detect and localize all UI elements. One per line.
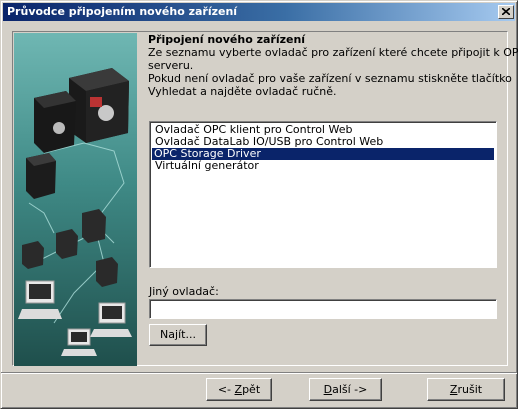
close-icon [502, 8, 510, 15]
list-item[interactable]: Virtuální generátor [153, 160, 261, 172]
panel-heading: Připojení nového zařízení [148, 33, 306, 46]
close-button[interactable] [498, 5, 514, 19]
driver-listbox[interactable]: Ovladač OPC klient pro Control Web Ovlad… [149, 121, 497, 268]
cancel-button-label: rušit [457, 383, 483, 396]
other-driver-input[interactable] [149, 299, 497, 319]
find-button[interactable]: Najít... [149, 324, 207, 346]
footer-separator [1, 372, 517, 374]
cancel-button[interactable]: Zrušit [427, 378, 505, 401]
window-title: Průvodce připojením nového zařízení [7, 5, 238, 18]
wizard-content: Připojení nového zařízení Ze seznamu vyb… [12, 31, 518, 366]
back-button-label-rest: pět [242, 383, 261, 396]
hardware-network-illustration [14, 33, 137, 366]
back-button-label: <- [217, 383, 235, 396]
title-bar[interactable]: Průvodce připojením nového zařízení [3, 3, 515, 21]
next-button[interactable]: Další -> [309, 378, 382, 401]
panel-description: Ze seznamu vyberte ovladač pro zařízení … [148, 46, 518, 98]
wizard-dialog: Průvodce připojením nového zařízení Přip… [0, 0, 518, 409]
find-button-label: Na [160, 328, 176, 341]
description-line: serveru. [148, 59, 194, 72]
back-button-mnemonic: Z [234, 383, 243, 396]
find-button-label-rest: ít... [178, 328, 196, 341]
description-line: Ze seznamu vyberte ovladač pro zařízení … [148, 46, 518, 59]
next-button-label: alší -> [332, 383, 368, 396]
description-line: Vyhledat a najděte ovladač ručně. [148, 85, 337, 98]
back-button[interactable]: <- Zpět [206, 378, 272, 401]
description-line: Pokud není ovladač pro vaše zařízení v s… [148, 72, 512, 85]
other-driver-label: Jiný ovladač: [149, 285, 219, 298]
next-button-mnemonic: D [323, 383, 333, 396]
